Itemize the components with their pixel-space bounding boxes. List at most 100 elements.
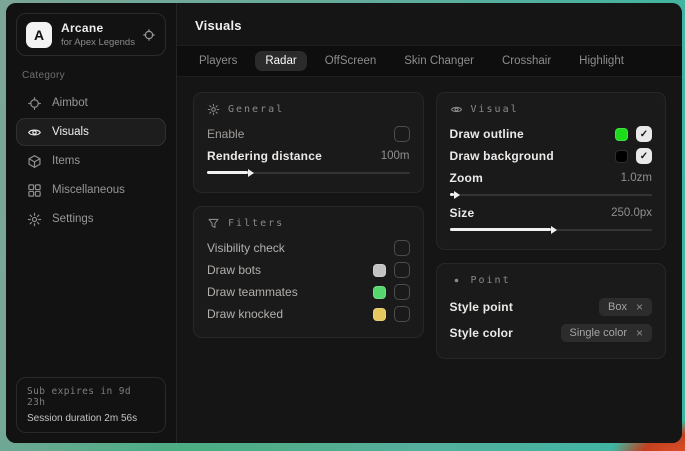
draw-teammates-row: Draw teammates (207, 281, 410, 303)
rendering-distance-label: Rendering distance (207, 149, 322, 163)
sidebar-item-label: Aimbot (52, 97, 88, 109)
tab-offscreen[interactable]: OffScreen (315, 51, 387, 71)
point-panel: Point Style point Box × Style color (436, 263, 667, 359)
sidebar-item-label: Miscellaneous (52, 184, 125, 196)
draw-knocked-controls (373, 306, 410, 322)
sidebar-nav: Aimbot Visuals Ite (16, 89, 166, 233)
funnel-icon (207, 217, 220, 230)
draw-knocked-checkbox[interactable] (394, 306, 410, 322)
draw-outline-color-swatch[interactable] (615, 128, 628, 141)
sidebar-item-settings[interactable]: Settings (16, 205, 166, 233)
app-logo: A (26, 22, 52, 48)
filters-panel: Filters Visibility check Draw bots (193, 206, 424, 338)
tab-crosshair[interactable]: Crosshair (492, 51, 561, 71)
style-point-select[interactable]: Box × (599, 298, 652, 316)
close-x-icon[interactable]: × (636, 327, 643, 339)
slider-fill (450, 228, 551, 231)
point-panel-title: Point (471, 275, 511, 286)
gear-icon (27, 212, 42, 227)
point-panel-header: Point (450, 274, 653, 287)
size-slider[interactable] (450, 225, 653, 234)
filters-panel-header: Filters (207, 217, 410, 230)
style-point-value: Box (608, 301, 627, 313)
draw-outline-checkbox[interactable] (636, 126, 652, 142)
app-meta: Arcane for Apex Legends (61, 21, 133, 48)
desktop-background: A Arcane for Apex Legends Category (0, 0, 685, 451)
draw-bots-checkbox[interactable] (394, 262, 410, 278)
visibility-check-label: Visibility check (207, 241, 285, 255)
draw-outline-row: Draw outline (450, 123, 653, 145)
gear-icon (207, 103, 220, 116)
content-area: General Enable Rendering distance 100m (177, 77, 682, 374)
draw-background-checkbox[interactable] (636, 148, 652, 164)
session-duration-text: Session duration 2m 56s (27, 413, 155, 424)
enable-checkbox[interactable] (394, 126, 410, 142)
grid-icon (27, 183, 42, 198)
zoom-row: Zoom 1.0zm (450, 167, 653, 189)
draw-teammates-color-swatch[interactable] (373, 286, 386, 299)
app-header-card: A Arcane for Apex Legends (16, 13, 166, 56)
style-point-row: Style point Box × (450, 294, 653, 320)
style-color-value: Single color (570, 327, 627, 339)
draw-background-label: Draw background (450, 149, 554, 163)
tab-bar: Players Radar OffScreen Skin Changer Cro… (177, 45, 682, 77)
draw-teammates-controls (373, 284, 410, 300)
left-column: General Enable Rendering distance 100m (193, 92, 424, 338)
draw-teammates-label: Draw teammates (207, 285, 298, 299)
sidebar-item-aimbot[interactable]: Aimbot (16, 89, 166, 117)
draw-bots-row: Draw bots (207, 259, 410, 281)
page-title: Visuals (177, 3, 682, 45)
style-point-label: Style point (450, 300, 514, 314)
eye-icon (450, 103, 463, 116)
tab-highlight[interactable]: Highlight (569, 51, 634, 71)
tab-players[interactable]: Players (189, 51, 247, 71)
draw-knocked-label: Draw knocked (207, 307, 283, 321)
draw-outline-controls (615, 126, 652, 142)
cube-icon (27, 154, 42, 169)
sidebar: A Arcane for Apex Legends Category (6, 3, 177, 443)
zoom-slider[interactable] (450, 190, 653, 199)
visual-panel: Visual Draw outline Draw background (436, 92, 667, 250)
style-color-select[interactable]: Single color × (561, 324, 653, 342)
size-label: Size (450, 206, 475, 220)
style-color-row: Style color Single color × (450, 320, 653, 346)
draw-bots-label: Draw bots (207, 263, 261, 277)
sidebar-item-visuals[interactable]: Visuals (16, 118, 166, 146)
draw-bots-controls (373, 262, 410, 278)
draw-knocked-color-swatch[interactable] (373, 308, 386, 321)
draw-background-row: Draw background (450, 145, 653, 167)
draw-bots-color-swatch[interactable] (373, 264, 386, 277)
slider-fill (450, 193, 454, 196)
visibility-check-checkbox[interactable] (394, 240, 410, 256)
enable-row: Enable (207, 123, 410, 145)
rendering-distance-row: Rendering distance 100m (207, 145, 410, 167)
tab-skin-changer[interactable]: Skin Changer (394, 51, 484, 71)
tab-radar[interactable]: Radar (255, 51, 306, 71)
draw-background-color-swatch[interactable] (615, 150, 628, 163)
slider-track (450, 194, 653, 196)
rendering-distance-value: 100m (381, 150, 410, 162)
close-x-icon[interactable]: × (636, 301, 643, 313)
eye-icon (27, 125, 42, 140)
draw-knocked-row: Draw knocked (207, 303, 410, 325)
visual-panel-title: Visual (471, 104, 519, 115)
draw-teammates-checkbox[interactable] (394, 284, 410, 300)
app-subtitle: for Apex Legends (61, 37, 133, 48)
sidebar-item-items[interactable]: Items (16, 147, 166, 175)
crosshair-icon (27, 96, 42, 111)
size-row: Size 250.0px (450, 202, 653, 224)
sidebar-item-label: Settings (52, 213, 94, 225)
size-value: 250.0px (611, 207, 652, 219)
sidebar-item-label: Visuals (52, 126, 89, 138)
rendering-distance-slider[interactable] (207, 168, 410, 177)
category-label: Category (22, 70, 160, 81)
target-icon[interactable] (142, 28, 156, 42)
sidebar-item-miscellaneous[interactable]: Miscellaneous (16, 176, 166, 204)
enable-label: Enable (207, 127, 244, 141)
style-color-label: Style color (450, 326, 514, 340)
session-info-card: Sub expires in 9d 23h Session duration 2… (16, 377, 166, 433)
general-panel-header: General (207, 103, 410, 116)
general-panel: General Enable Rendering distance 100m (193, 92, 424, 193)
zoom-label: Zoom (450, 171, 483, 185)
filters-panel-title: Filters (228, 218, 284, 229)
